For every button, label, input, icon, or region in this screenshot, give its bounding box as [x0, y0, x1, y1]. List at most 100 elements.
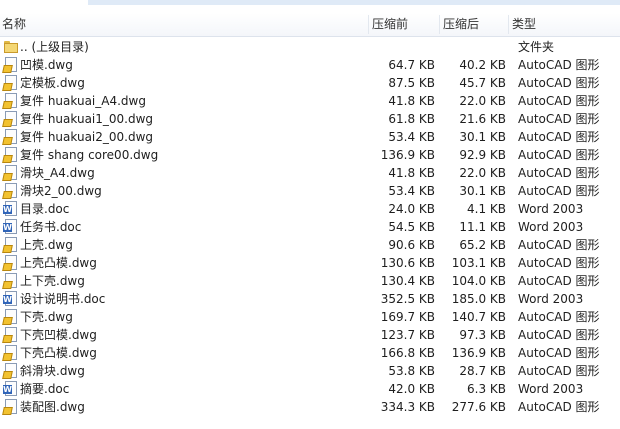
file-size: 130.6 KB [380, 256, 435, 270]
file-row[interactable]: 下壳凹模.dwg 123.7 KB 97.3 KB AutoCAD 图形 [0, 326, 620, 344]
column-header-compressed[interactable]: 压缩后 [443, 13, 479, 36]
file-compressed-size: 277.6 KB [451, 400, 506, 414]
file-size: 169.7 KB [380, 310, 435, 324]
doc-file-icon: W [3, 219, 19, 235]
file-row[interactable]: 复件 huakuai1_00.dwg 61.8 KB 21.6 KB AutoCAD … [0, 110, 620, 128]
file-type: AutoCAD 图形 [518, 310, 600, 324]
file-compressed-size: 140.7 KB [451, 310, 506, 324]
file-row[interactable]: .. (上级目录) 文件夹 [0, 38, 620, 56]
dwg-file-icon [2, 75, 19, 91]
file-row[interactable]: 凹模.dwg 64.7 KB 40.2 KB AutoCAD 图形 [0, 56, 620, 74]
file-type: AutoCAD 图形 [518, 256, 600, 270]
dwg-file-icon [2, 129, 19, 145]
dwg-file-icon [2, 327, 19, 343]
file-row[interactable]: 复件 shang core00.dwg 136.9 KB 92.9 KB AutoCA… [0, 146, 620, 164]
file-type: Word 2003 [518, 292, 584, 306]
dwg-file-icon [2, 183, 19, 199]
file-compressed-size: 30.1 KB [459, 130, 506, 144]
dwg-file-icon [2, 111, 19, 127]
file-compressed-size: 103.1 KB [451, 256, 506, 270]
file-type: AutoCAD 图形 [518, 166, 600, 180]
file-compressed-size: 4.1 KB [467, 202, 506, 216]
dwg-file-icon [2, 273, 19, 289]
column-divider[interactable] [368, 15, 369, 34]
file-type: AutoCAD 图形 [518, 94, 600, 108]
file-compressed-size: 21.6 KB [459, 112, 506, 126]
file-compressed-size: 28.7 KB [459, 364, 506, 378]
file-name: 下壳凹模.dwg [20, 328, 97, 342]
file-compressed-size: 136.9 KB [451, 346, 506, 360]
dwg-file-icon [2, 147, 19, 163]
file-row[interactable]: 上壳.dwg 90.6 KB 65.2 KB AutoCAD 图形 [0, 236, 620, 254]
file-type: Word 2003 [518, 202, 584, 216]
file-type: AutoCAD 图形 [518, 364, 600, 378]
file-row[interactable]: 滑块2_00.dwg 53.4 KB 30.1 KB AutoCAD 图形 [0, 182, 620, 200]
file-name: 摘要.doc [20, 382, 70, 396]
file-compressed-size: 104.0 KB [451, 274, 506, 288]
file-name: 定模板.dwg [20, 76, 85, 90]
file-name: 装配图.dwg [20, 400, 85, 414]
column-header-type[interactable]: 类型 [512, 13, 536, 36]
column-divider[interactable] [439, 15, 440, 34]
file-size: 87.5 KB [388, 76, 435, 90]
dwg-file-icon [2, 363, 19, 379]
file-row[interactable]: 下壳.dwg 169.7 KB 140.7 KB AutoCAD 图形 [0, 308, 620, 326]
file-name: 滑块2_00.dwg [20, 184, 102, 198]
file-compressed-size: 65.2 KB [459, 238, 506, 252]
doc-file-icon: W [3, 381, 19, 397]
file-size: 64.7 KB [388, 58, 435, 72]
file-row[interactable]: 复件 huakuai_A4.dwg 41.8 KB 22.0 KB AutoCAD 图… [0, 92, 620, 110]
file-compressed-size: 30.1 KB [459, 184, 506, 198]
file-type: AutoCAD 图形 [518, 76, 600, 90]
file-compressed-size: 6.3 KB [467, 382, 506, 396]
file-name: 复件 huakuai_A4.dwg [20, 94, 146, 108]
file-compressed-size: 97.3 KB [459, 328, 506, 342]
file-size: 61.8 KB [388, 112, 435, 126]
file-row[interactable]: W 摘要.doc 42.0 KB 6.3 KB Word 2003 [0, 380, 620, 398]
file-list: .. (上级目录) 文件夹 凹模.dwg 64.7 KB 40.2 KB AutoCAD … [0, 38, 620, 416]
file-row[interactable]: 装配图.dwg 334.3 KB 277.6 KB AutoCAD 图形 [0, 398, 620, 416]
file-size: 166.8 KB [380, 346, 435, 360]
file-row[interactable]: 上下壳.dwg 130.4 KB 104.0 KB AutoCAD 图形 [0, 272, 620, 290]
file-row[interactable]: W 设计说明书.doc 352.5 KB 185.0 KB Word 2003 [0, 290, 620, 308]
file-row[interactable]: 下壳凸模.dwg 166.8 KB 136.9 KB AutoCAD 图形 [0, 344, 620, 362]
file-type: AutoCAD 图形 [518, 184, 600, 198]
column-header: 名称 压缩前 压缩后 类型 [0, 13, 620, 37]
file-name: 斜滑块.dwg [20, 364, 85, 378]
dwg-file-icon [2, 399, 19, 415]
file-row[interactable]: 滑块_A4.dwg 41.8 KB 22.0 KB AutoCAD 图形 [0, 164, 620, 182]
dwg-file-icon [2, 255, 19, 271]
file-row[interactable]: W 目录.doc 24.0 KB 4.1 KB Word 2003 [0, 200, 620, 218]
file-name: 设计说明书.doc [20, 292, 106, 306]
file-compressed-size: 185.0 KB [451, 292, 506, 306]
file-name: 复件 shang core00.dwg [20, 148, 159, 162]
file-row[interactable]: 上壳凸模.dwg 130.6 KB 103.1 KB AutoCAD 图形 [0, 254, 620, 272]
column-header-size[interactable]: 压缩前 [372, 13, 408, 36]
file-type: AutoCAD 图形 [518, 130, 600, 144]
file-row[interactable]: 斜滑块.dwg 53.8 KB 28.7 KB AutoCAD 图形 [0, 362, 620, 380]
file-size: 42.0 KB [388, 382, 435, 396]
file-type: AutoCAD 图形 [518, 58, 600, 72]
file-name: 凹模.dwg [20, 58, 73, 72]
file-row[interactable]: W 任务书.doc 54.5 KB 11.1 KB Word 2003 [0, 218, 620, 236]
file-size: 53.4 KB [388, 184, 435, 198]
file-name: 下壳.dwg [20, 310, 73, 324]
file-type: AutoCAD 图形 [518, 328, 600, 342]
file-row[interactable]: 定模板.dwg 87.5 KB 45.7 KB AutoCAD 图形 [0, 74, 620, 92]
file-size: 41.8 KB [388, 166, 435, 180]
file-size: 352.5 KB [380, 292, 435, 306]
file-name: 上下壳.dwg [20, 274, 85, 288]
file-name: .. (上级目录) [20, 40, 89, 54]
dwg-file-icon [2, 237, 19, 253]
file-name: 复件 huakuai1_00.dwg [20, 112, 154, 126]
dwg-file-icon [2, 345, 19, 361]
column-header-name[interactable]: 名称 [2, 13, 26, 36]
file-row[interactable]: 复件 huakuai2_00.dwg 53.4 KB 30.1 KB AutoCAD … [0, 128, 620, 146]
file-type: AutoCAD 图形 [518, 274, 600, 288]
top-strip [0, 0, 620, 12]
file-size: 130.4 KB [380, 274, 435, 288]
file-type: AutoCAD 图形 [518, 238, 600, 252]
file-name: 下壳凸模.dwg [20, 346, 97, 360]
file-size: 334.3 KB [380, 400, 435, 414]
column-divider[interactable] [508, 15, 509, 34]
